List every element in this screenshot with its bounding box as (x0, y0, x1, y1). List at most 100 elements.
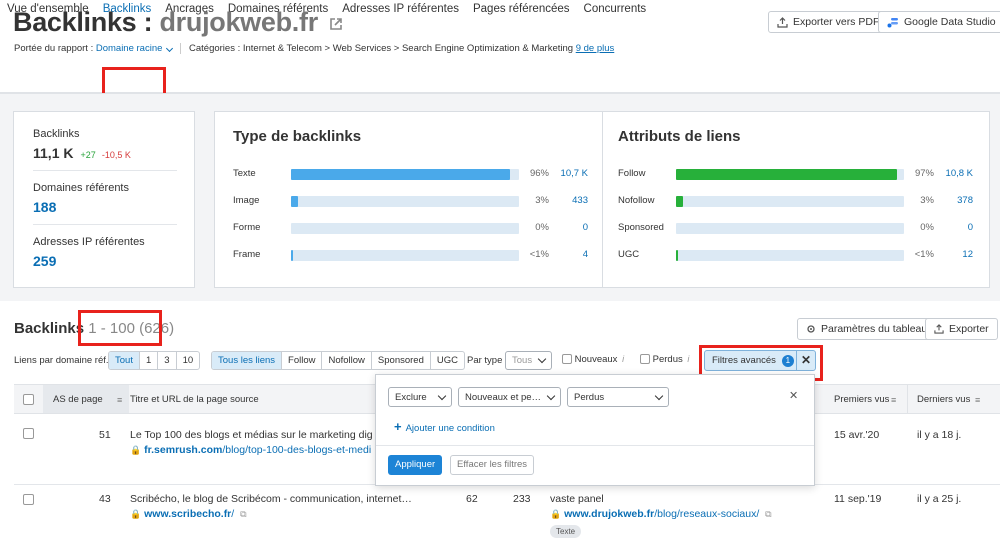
nouveaux-label: Nouveaux (574, 354, 618, 365)
row-path[interactable]: / (231, 508, 234, 520)
export-button[interactable]: Exporter (925, 318, 998, 340)
distribution-bar (291, 223, 519, 234)
categories-more-link[interactable]: 9 de plus (576, 43, 615, 54)
row-source-url[interactable]: 🔒 www.scribecho.fr/ ⧉ (130, 508, 247, 520)
lock-icon: 🔒 (550, 509, 562, 519)
filter-field-select[interactable]: Nouveaux et pe… (458, 387, 561, 407)
row-first-seen: 15 avr.'20 (834, 429, 880, 441)
row-checkbox[interactable] (23, 428, 34, 439)
distribution-bar-fill (676, 196, 683, 207)
sort-icon[interactable]: ≡ (117, 395, 122, 405)
sort-icon[interactable]: ≡ (891, 395, 896, 405)
distribution-percent: 3% (920, 195, 934, 206)
distribution-count[interactable]: 10,7 K (558, 168, 588, 179)
categories: Catégories : Internet & Telecom > Web Se… (180, 43, 614, 54)
link-type-option-sponsored[interactable]: Sponsored (372, 352, 431, 369)
per-domain-option-3[interactable]: 3 (158, 352, 177, 369)
select-all-checkbox[interactable] (23, 394, 34, 405)
col-first-seen-header[interactable]: Premiers vus (834, 394, 889, 405)
row-domain[interactable]: www.scribecho.fr (144, 508, 231, 520)
row-source-url[interactable]: 🔒 fr.semrush.com/blog/top-100-des-blogs-… (130, 444, 371, 456)
filter-field-value: Nouveaux et pe… (465, 391, 542, 403)
row-target-path[interactable]: /blog/reseaux-sociaux/ (654, 508, 759, 520)
card-divider (602, 112, 603, 287)
ips-value[interactable]: 259 (33, 253, 56, 269)
distribution-percent: 0% (535, 222, 549, 233)
row-target-domain[interactable]: www.drujokweb.fr (564, 508, 654, 520)
external-link-icon[interactable] (329, 17, 343, 31)
sort-icon[interactable]: ≡ (975, 395, 980, 405)
tab-concurrents[interactable]: Concurrents (577, 0, 654, 20)
ips-label: Adresses IP référentes (33, 236, 145, 248)
per-domain-option-10[interactable]: 10 (177, 352, 200, 369)
add-condition-link[interactable]: + Ajouter une condition (394, 419, 495, 434)
remove-condition-icon[interactable]: ✕ (789, 389, 798, 402)
nouveaux-filter[interactable]: Nouveaux i (562, 354, 624, 365)
distribution-bar (676, 223, 904, 234)
tab-pages-r-f-renc-es[interactable]: Pages référencées (466, 0, 577, 20)
distribution-count[interactable]: 0 (558, 222, 588, 233)
link-type-option-ugc[interactable]: UGC (431, 352, 464, 369)
col-as-header[interactable]: AS de page (53, 394, 103, 405)
perdus-checkbox[interactable] (640, 354, 650, 365)
kpi-card: Backlinks 11,1 K +27 -10,5 K Domaines ré… (13, 111, 195, 288)
export-pdf-button[interactable]: Exporter vers PDF (768, 11, 889, 33)
distribution-count[interactable]: 12 (943, 249, 973, 260)
info-icon[interactable]: i (622, 354, 624, 364)
row-checkbox[interactable] (23, 494, 34, 505)
export-icon (777, 16, 788, 28)
per-domain-option-tout[interactable]: Tout (109, 352, 140, 369)
distribution-percent: <1% (529, 249, 549, 260)
external-link-icon[interactable]: ⧉ (240, 509, 246, 519)
filter-value-value: Perdus (574, 391, 605, 403)
title-prefix: Backlinks : (13, 7, 160, 37)
clear-filters-button[interactable]: Effacer les filtres (450, 455, 535, 475)
row-path[interactable]: /blog/top-100-des-blogs-et-medi (222, 444, 371, 456)
add-condition-label: Ajouter une condition (405, 423, 495, 434)
domains-label: Domaines référents (33, 182, 129, 194)
link-type-option-tous-les-liens[interactable]: Tous les liens (212, 352, 283, 369)
include-exclude-select[interactable]: Exclure (388, 387, 452, 407)
domains-value[interactable]: 188 (33, 199, 56, 215)
per-domain-option-1[interactable]: 1 (140, 352, 159, 369)
scope-dropdown[interactable]: Domaine racine (96, 43, 163, 54)
advanced-filters-button[interactable]: Filtres avancés 1 ✕ (704, 350, 816, 371)
perdus-filter[interactable]: Perdus i (640, 354, 689, 365)
backlinks-kpi: 11,1 K +27 -10,5 K (33, 145, 131, 161)
distribution-count[interactable]: 378 (943, 195, 973, 206)
par-type-select[interactable]: Tous (505, 351, 552, 370)
chevron-down-icon (537, 354, 547, 364)
distribution-count[interactable]: 10,8 K (943, 168, 973, 179)
table-settings-button[interactable]: Paramètres du tableau (797, 318, 937, 340)
nouveaux-checkbox[interactable] (562, 354, 572, 365)
google-data-studio-button[interactable]: Google Data Studio (878, 11, 1000, 33)
tab-adresses-ip-r-f-rentes[interactable]: Adresses IP référentes (335, 0, 466, 20)
col-last-seen-header[interactable]: Derniers vus (917, 394, 970, 405)
link-type-option-follow[interactable]: Follow (282, 352, 323, 369)
distribution-count[interactable]: 0 (943, 222, 973, 233)
distribution-bar-fill (676, 250, 678, 261)
link-type-option-nofollow[interactable]: Nofollow (322, 352, 372, 369)
distribution-count[interactable]: 433 (558, 195, 588, 206)
close-icon[interactable]: ✕ (796, 351, 815, 370)
perdus-label: Perdus (652, 354, 683, 365)
backlinks-loss: -10,5 K (101, 150, 131, 160)
filter-value-select[interactable]: Perdus (567, 387, 669, 407)
apply-button[interactable]: Appliquer (388, 455, 443, 475)
title-domain: drujokweb.fr (159, 7, 318, 37)
info-icon[interactable]: i (687, 354, 689, 364)
distribution-percent: 96% (529, 168, 549, 179)
row-domain[interactable]: fr.semrush.com (144, 444, 222, 456)
distribution-count[interactable]: 4 (558, 249, 588, 260)
distribution-percent: <1% (914, 249, 934, 260)
export-pdf-label: Exporter vers PDF (793, 16, 880, 28)
row-target-url[interactable]: 🔒 www.drujokweb.fr/blog/reseaux-sociaux/… (550, 508, 772, 520)
scope-label: Portée du rapport : (14, 43, 94, 54)
row-internal-links: 233 (513, 493, 531, 505)
section-count: 1 - 100 (626) (84, 320, 175, 337)
distribution-bar-fill (291, 169, 510, 180)
distribution-bar-fill (676, 169, 898, 180)
external-link-icon[interactable]: ⧉ (765, 509, 771, 519)
types-title: Type de backlinks (233, 128, 362, 145)
distribution-bar (291, 169, 519, 180)
